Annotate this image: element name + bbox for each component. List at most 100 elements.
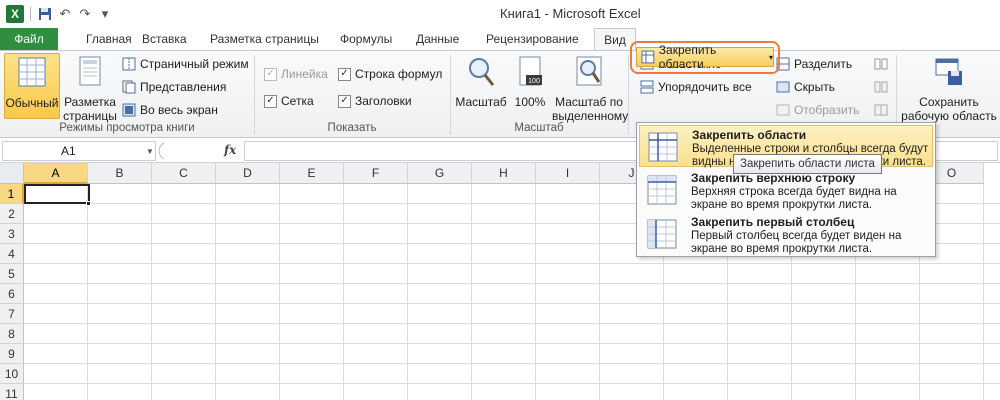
zoom-to-selection-button[interactable]: Масштаб по выделенному xyxy=(552,53,628,123)
ruler-checkbox[interactable]: ✓ Линейка xyxy=(264,65,328,83)
page-layout-view-button[interactable]: Разметка страницы xyxy=(62,53,118,123)
grid-row-line xyxy=(24,363,1000,364)
freeze-top-row-icon xyxy=(647,175,677,205)
formula-bar-checkbox[interactable]: ✓ Строка формул xyxy=(338,65,442,83)
column-header[interactable]: A xyxy=(24,163,88,184)
tab-file[interactable]: Файл xyxy=(0,28,58,50)
full-screen-icon xyxy=(122,103,136,117)
reset-window-position-button[interactable] xyxy=(874,101,888,119)
tab-data[interactable]: Данные xyxy=(408,28,467,50)
ruler-label: Линейка xyxy=(281,67,328,81)
view-side-by-side-button[interactable] xyxy=(874,55,888,73)
show-group-label: Показать xyxy=(327,122,377,134)
zoom-button[interactable]: Масштаб xyxy=(454,53,508,119)
name-box-dropdown-icon[interactable]: ▼ xyxy=(146,147,154,156)
zoom-group-label: Масштаб xyxy=(514,122,564,134)
row-header[interactable]: 3 xyxy=(0,224,24,244)
grid-column-line xyxy=(343,184,344,400)
tab-review[interactable]: Рецензирование xyxy=(478,28,587,50)
custom-views-button[interactable]: Представления xyxy=(122,78,226,96)
row-header[interactable]: 4 xyxy=(0,244,24,264)
menu-item-freeze-top-row[interactable]: Закрепить верхнюю строку Верхняя строка … xyxy=(639,169,933,211)
reset-position-icon xyxy=(874,104,888,116)
freeze-panes-label: Закрепить области xyxy=(658,43,717,71)
gridlines-checkbox[interactable]: ✓ Сетка xyxy=(264,92,314,110)
normal-view-icon xyxy=(18,57,46,87)
column-header[interactable]: I xyxy=(536,163,600,184)
tab-formulas[interactable]: Формулы xyxy=(332,28,400,50)
row-header[interactable]: 5 xyxy=(0,264,24,284)
column-header[interactable]: C xyxy=(152,163,216,184)
save-icon[interactable] xyxy=(37,6,53,22)
row-header[interactable]: 9 xyxy=(0,344,24,364)
headings-label: Заголовки xyxy=(355,94,412,108)
formula-bar-resize-icon[interactable] xyxy=(158,141,198,161)
column-header[interactable]: D xyxy=(216,163,280,184)
row-header[interactable]: 6 xyxy=(0,284,24,304)
grid-row-line xyxy=(24,343,1000,344)
redo-icon[interactable]: ↷ xyxy=(77,6,93,22)
freeze-panes-menu-icon xyxy=(648,132,678,162)
arrange-all-icon xyxy=(640,80,654,94)
page-layout-icon xyxy=(79,56,101,86)
customize-qat-icon[interactable]: ▾ xyxy=(97,6,113,22)
hide-button[interactable]: Скрыть xyxy=(776,78,835,96)
grid-column-line xyxy=(599,184,600,400)
custom-views-label: Представления xyxy=(140,80,227,94)
tab-page-layout[interactable]: Разметка страницы xyxy=(202,28,327,50)
split-label: Разделить xyxy=(794,57,853,71)
grid-column-line xyxy=(407,184,408,400)
column-header[interactable]: E xyxy=(280,163,344,184)
row-header[interactable]: 10 xyxy=(0,364,24,384)
split-button[interactable]: Разделить xyxy=(776,55,852,73)
menu-item-description: Верхняя строка всегда будет видна на экр… xyxy=(691,186,897,211)
select-all-corner[interactable] xyxy=(0,163,24,184)
menu-item-title: Закрепить области xyxy=(692,128,807,142)
zoom-100-icon: 100 xyxy=(519,56,542,86)
grid-row-line xyxy=(24,283,1000,284)
tab-insert[interactable]: Вставка xyxy=(134,28,195,50)
normal-view-button[interactable]: Обычный xyxy=(4,53,60,119)
menu-item-freeze-first-column[interactable]: Закрепить первый столбец Первый столбец … xyxy=(639,213,933,255)
insert-function-icon[interactable]: fx xyxy=(224,143,236,157)
row-header[interactable]: 1 xyxy=(0,184,24,204)
save-workspace-label-2: рабочую область xyxy=(901,109,997,123)
grid-column-line xyxy=(279,184,280,400)
page-break-preview-button[interactable]: Страничный режим xyxy=(122,55,249,73)
column-header[interactable]: G xyxy=(408,163,472,184)
zoom-selection-icon xyxy=(576,56,602,86)
excel-logo-icon[interactable]: X xyxy=(6,5,24,23)
active-cell[interactable] xyxy=(24,184,90,204)
column-header[interactable]: H xyxy=(472,163,536,184)
zoom-100-button[interactable]: 100 100% xyxy=(510,53,550,119)
arrange-all-button[interactable]: Упорядочить все xyxy=(640,78,752,96)
row-header[interactable]: 11 xyxy=(0,384,24,400)
zoom-selection-label-2: выделенному xyxy=(552,109,629,123)
zoom-100-label: 100% xyxy=(514,95,546,109)
zoom-label: Масштаб xyxy=(455,95,507,109)
unhide-icon xyxy=(776,104,790,116)
grid-column-line xyxy=(983,184,984,400)
row-header[interactable]: 7 xyxy=(0,304,24,324)
headings-checkbox[interactable]: ✓ Заголовки xyxy=(338,92,412,110)
grid-column-line xyxy=(87,184,88,400)
undo-icon[interactable]: ↶ xyxy=(57,6,73,22)
column-header[interactable]: B xyxy=(88,163,152,184)
freeze-panes-button[interactable]: Закрепить области ▾ xyxy=(636,43,774,71)
title-bar: X ↶ ↷ ▾ Книга1 - Microsoft Excel xyxy=(0,0,1000,28)
unhide-button[interactable]: Отобразить xyxy=(776,101,859,119)
page-break-icon xyxy=(122,57,136,71)
save-workspace-icon xyxy=(935,58,962,85)
freeze-panes-icon xyxy=(641,50,655,64)
side-by-side-icon xyxy=(874,58,888,70)
full-screen-button[interactable]: Во весь экран xyxy=(122,101,218,119)
synchronous-scrolling-button[interactable] xyxy=(874,78,888,96)
column-header[interactable]: F xyxy=(344,163,408,184)
fill-handle[interactable] xyxy=(86,201,91,206)
name-box[interactable]: A1 xyxy=(2,141,156,161)
row-header[interactable]: 2 xyxy=(0,204,24,224)
save-workspace-button[interactable]: Сохранить рабочую область xyxy=(900,53,998,123)
tab-home[interactable]: Главная xyxy=(78,28,140,50)
arrange-all-label: Упорядочить все xyxy=(658,80,752,94)
row-header[interactable]: 8 xyxy=(0,324,24,344)
